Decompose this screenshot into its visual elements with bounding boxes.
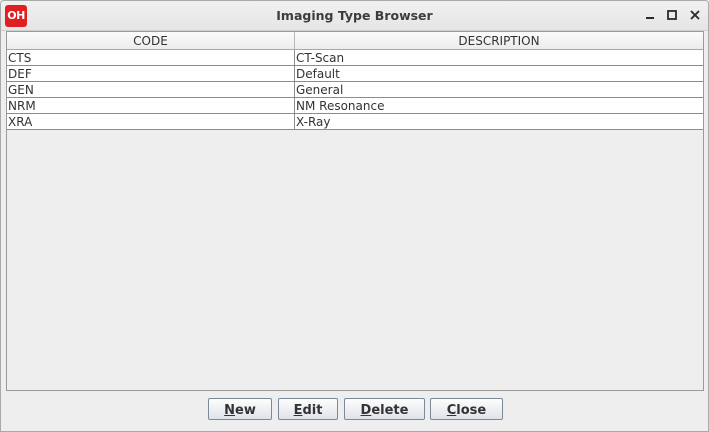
description-cell[interactable]: X-Ray bbox=[295, 114, 702, 129]
minimize-icon bbox=[645, 10, 655, 20]
close-button-mnemonic: C bbox=[446, 403, 457, 418]
imaging-type-table[interactable]: CODE DESCRIPTION CTS CT-Scan DEF Default… bbox=[6, 31, 704, 391]
code-cell[interactable]: NRM bbox=[7, 98, 295, 113]
window-title: Imaging Type Browser bbox=[276, 8, 433, 23]
table-row[interactable]: NRM NM Resonance bbox=[7, 98, 703, 114]
imaging-type-browser-window: OH Imaging Type Browser CODE DESCRIPTION… bbox=[0, 0, 709, 432]
new-button[interactable]: New bbox=[208, 398, 272, 420]
table-header: CODE DESCRIPTION bbox=[7, 32, 703, 50]
close-icon bbox=[690, 10, 700, 20]
title-bar[interactable]: OH Imaging Type Browser bbox=[1, 1, 708, 31]
code-cell[interactable]: XRA bbox=[7, 114, 295, 129]
delete-button-mnemonic: D bbox=[360, 403, 372, 418]
description-cell[interactable]: Default bbox=[295, 66, 702, 81]
table-row[interactable]: CTS CT-Scan bbox=[7, 50, 703, 66]
table-row[interactable]: GEN General bbox=[7, 82, 703, 98]
table-row[interactable]: XRA X-Ray bbox=[7, 114, 703, 130]
button-bar: New Edit Delete Close bbox=[1, 397, 708, 423]
table-body: CTS CT-Scan DEF Default GEN General NRM … bbox=[7, 50, 703, 130]
edit-button[interactable]: Edit bbox=[278, 398, 338, 420]
code-cell[interactable]: CTS bbox=[7, 50, 295, 65]
column-header-code[interactable]: CODE bbox=[7, 32, 295, 49]
close-button[interactable]: Close bbox=[430, 398, 503, 420]
code-cell[interactable]: DEF bbox=[7, 66, 295, 81]
maximize-icon bbox=[667, 10, 677, 20]
description-cell[interactable]: CT-Scan bbox=[295, 50, 702, 65]
table-row[interactable]: DEF Default bbox=[7, 66, 703, 82]
new-button-label: ew bbox=[235, 403, 256, 418]
delete-button-label: elete bbox=[371, 403, 409, 418]
code-cell[interactable]: GEN bbox=[7, 82, 295, 97]
description-cell[interactable]: General bbox=[295, 82, 702, 97]
minimize-button[interactable] bbox=[642, 7, 658, 23]
new-button-mnemonic: N bbox=[224, 403, 236, 418]
delete-button[interactable]: Delete bbox=[344, 398, 425, 420]
close-window-button[interactable] bbox=[687, 7, 703, 23]
edit-button-label: dit bbox=[302, 403, 323, 418]
description-cell[interactable]: NM Resonance bbox=[295, 98, 702, 113]
maximize-button[interactable] bbox=[664, 7, 680, 23]
column-header-description[interactable]: DESCRIPTION bbox=[295, 32, 703, 49]
close-button-label: lose bbox=[456, 403, 487, 418]
